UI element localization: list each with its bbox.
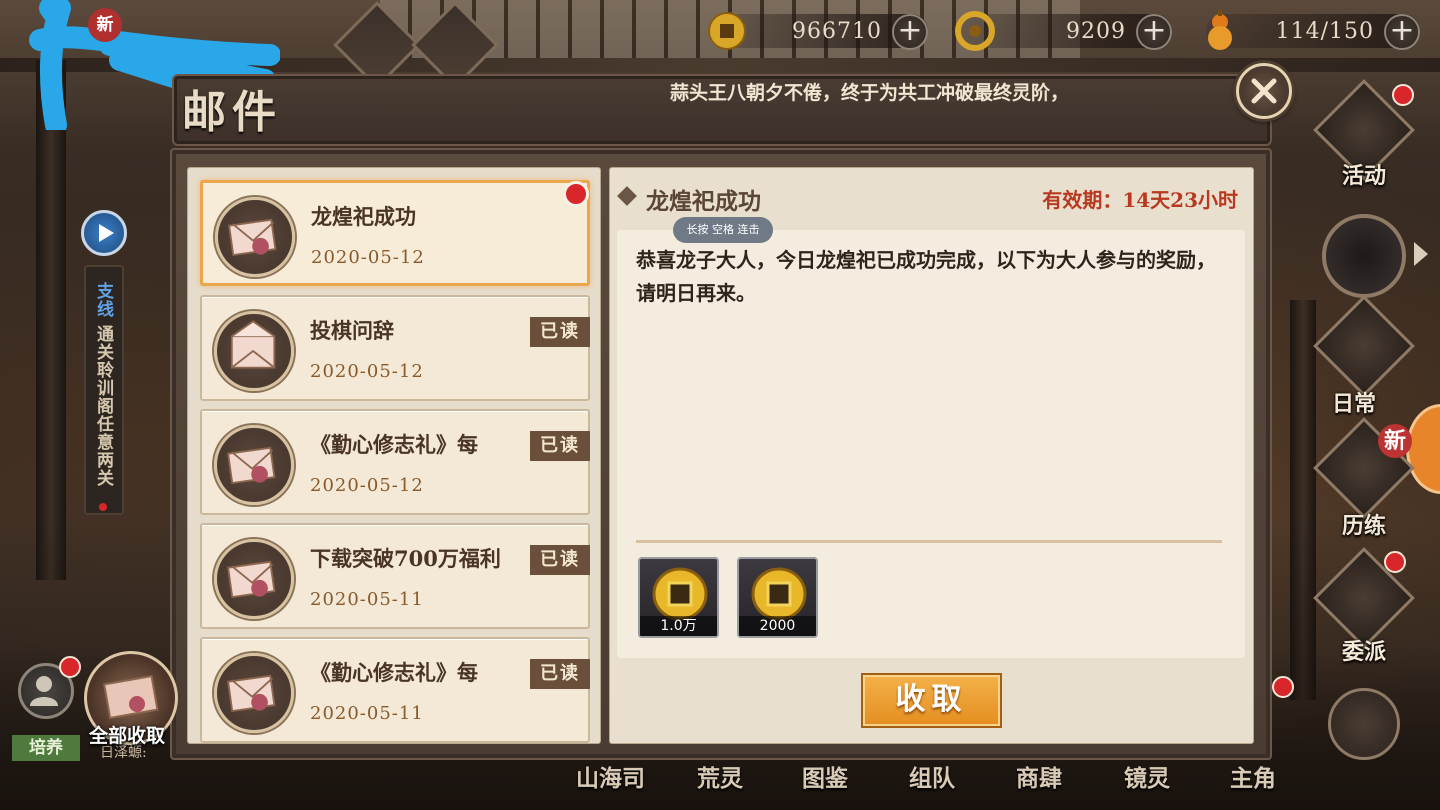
add-stamina-button[interactable]: + [1384,14,1420,50]
crest-icon [1328,688,1400,760]
detail-title: 龙煌祀成功 [646,188,761,215]
broadcast-marquee: 蒜头王八朝夕不倦，终于为共工冲破最终灵阶， [670,82,1070,104]
training-label: 历练 [1341,513,1386,539]
page-title: 邮件 [182,87,282,138]
quest-tag: 支线 [93,282,113,318]
read-badge: 已读 [530,659,590,689]
nav-shangsi[interactable]: 商肆 [1016,759,1062,793]
unread-dot [563,181,589,207]
add-coins-button[interactable]: + [892,14,928,50]
gourd-stamina-icon [1208,10,1232,50]
nav-tujian[interactable]: 图鉴 [802,759,848,793]
close-button[interactable] [1236,63,1292,119]
gold-coin-icon [751,567,807,621]
nav-zhujue[interactable]: 主角 [1230,759,1276,793]
envelope-open-icon [214,311,294,391]
read-badge: 已读 [530,317,590,347]
dispatch-label: 委派 [1341,639,1386,665]
mail-date: 2020-05-11 [310,703,424,724]
currency-stamina: 114/150 + [1206,10,1420,50]
main-menu-button[interactable] [1322,682,1406,766]
character-avatar[interactable] [1322,214,1406,298]
nav-notification-dot [1272,676,1294,698]
mail-item[interactable]: 《勤心修志礼》每 2020-05-12 已读 [200,409,590,515]
reward-amount: 2000 [739,616,816,636]
new-badge: 新 [1378,424,1412,458]
left-pillar [36,60,66,580]
add-jade-button[interactable]: + [1136,14,1172,50]
message-body: 恭喜龙子大人，今日龙煌祀已成功完成，以下为大人参与的奖励，请明日再来。 [636,248,1216,305]
play-video-button[interactable] [81,210,127,256]
side-quest-text[interactable]: 支线 通关聆训阁任意两关 [92,282,116,487]
divider [636,540,1222,543]
envelope-icon [214,653,294,733]
close-icon [1251,78,1277,104]
mail-item-selected[interactable]: 龙煌祀成功 2020-05-12 [200,180,590,286]
dispatch-notification-dot [1384,551,1406,573]
currency-jade: 9209 + [955,11,1172,51]
mail-title: 下载突破700万福利 [310,546,501,571]
gold-coin-icon [652,567,708,621]
coin-icon [708,12,746,50]
nav-jingling[interactable]: 镜灵 [1124,759,1170,793]
mail-title: 《勤心修志礼》每 [310,660,478,685]
mail-title: 《勤心修志礼》每 [310,432,478,457]
mail-title: 投棋问辞 [310,318,394,343]
envelope-icon [215,197,295,277]
mail-date: 2020-05-12 [310,475,424,496]
nav-huangling[interactable]: 荒灵 [697,759,743,793]
jade-token-icon [955,11,995,51]
read-badge: 已读 [530,545,590,575]
mail-title: 龙煌祀成功 [311,204,416,229]
mail-item[interactable]: 《勤心修志礼》每 2020-05-11 已读 [200,637,590,743]
validity-text: 有效期：14天23小时 [1042,188,1238,212]
reward-item[interactable]: 1.0万 [638,557,719,638]
currency-coins: 966710 + [708,12,928,50]
quest-description: 通关聆训阁任意两关 [93,324,113,487]
claim-all-label[interactable]: 全部收取 [89,721,165,748]
play-icon [99,224,114,242]
mail-date: 2020-05-12 [310,361,424,382]
mail-item[interactable]: 下载突破700万福利 2020-05-11 已读 [200,523,590,629]
daily-button[interactable]: 日常 [1313,295,1415,417]
activity-notification-dot [1392,84,1414,106]
daily-icon [1313,295,1415,397]
friends-notification-dot [59,656,81,678]
mail-item[interactable]: 投棋问辞 2020-05-12 已读 [200,295,590,401]
mail-date: 2020-05-12 [311,247,425,268]
read-badge: 已读 [530,431,590,461]
daily-label: 日常 [1331,391,1376,417]
cultivate-button[interactable]: 培养 [12,735,80,761]
reward-item[interactable]: 2000 [737,557,818,638]
hint-tooltip: 长按 空格 连击 [673,217,773,243]
mail-list[interactable]: 龙煌祀成功 2020-05-12 投棋问辞 2020-05-12 已读 《勤心修… [187,167,601,744]
activity-label: 活动 [1341,163,1386,189]
claim-button[interactable]: 收取 [861,673,1002,728]
nav-shanhaisi[interactable]: 山海司 [576,759,645,793]
nav-zudui[interactable]: 组队 [909,759,955,793]
expand-arrow-icon[interactable] [1414,242,1428,266]
mail-date: 2020-05-11 [310,589,424,610]
envelope-icon [214,425,294,505]
reward-amount: 1.0万 [640,616,717,636]
quest-dot [99,503,107,511]
new-badge: 新 [88,8,122,42]
envelope-icon [214,539,294,619]
